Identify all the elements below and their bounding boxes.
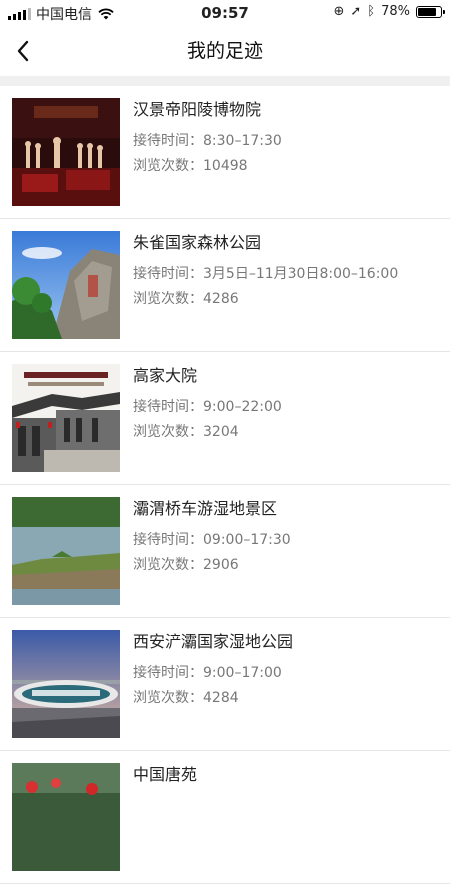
location-arrow-icon: ➚ bbox=[350, 4, 362, 19]
status-right: ⊕ ➚ ᛒ 78% bbox=[327, 4, 445, 19]
reception-time: 接待时间：8:30–17:30 bbox=[133, 133, 282, 149]
reception-time: 接待时间：09:00–17:30 bbox=[133, 532, 291, 548]
status-bar: 中国电信 09:57 ⊕ ➚ ᛒ 78% bbox=[0, 0, 450, 26]
reception-time: 接待时间：9:00–17:00 bbox=[133, 665, 282, 681]
item-title: 汉景帝阳陵博物院 bbox=[133, 100, 262, 119]
item-title: 西安浐灞国家湿地公园 bbox=[133, 632, 294, 651]
battery-percent: 78% bbox=[381, 4, 410, 19]
reception-time: 接待时间：9:00–22:00 bbox=[133, 399, 282, 415]
view-count: 浏览次数：10498 bbox=[133, 158, 248, 174]
forest-rock-photo bbox=[12, 231, 120, 339]
lock-rotation-icon: ⊕ bbox=[333, 4, 345, 19]
museum-photo bbox=[12, 98, 120, 206]
list-item[interactable]: 汉景帝阳陵博物院 接待时间：8:30–17:30 浏览次数：10498 bbox=[0, 86, 450, 219]
page-title: 我的足迹 bbox=[186, 40, 263, 62]
view-count: 浏览次数：4284 bbox=[133, 690, 239, 706]
item-title: 朱雀国家森林公园 bbox=[133, 233, 262, 252]
battery-icon bbox=[416, 5, 445, 18]
footprint-list: 汉景帝阳陵博物院 接待时间：8:30–17:30 浏览次数：10498 朱雀国家… bbox=[0, 86, 450, 884]
section-divider bbox=[0, 76, 450, 86]
list-item[interactable]: 灞渭桥车游湿地景区 接待时间：09:00–17:30 浏览次数：2906 bbox=[0, 485, 450, 618]
courtyard-photo bbox=[12, 364, 120, 472]
reception-time: 接待时间：3月5日–11月30日8:00–16:00 bbox=[133, 266, 399, 282]
view-count: 浏览次数：3204 bbox=[133, 424, 239, 440]
bluetooth-icon: ᛒ bbox=[367, 4, 376, 19]
list-item[interactable]: 西安浐灞国家湿地公园 接待时间：9:00–17:00 浏览次数：4284 bbox=[0, 618, 450, 751]
garden-photo bbox=[12, 763, 120, 871]
list-item[interactable]: 高家大院 接待时间：9:00–22:00 浏览次数：3204 bbox=[0, 352, 450, 485]
item-title: 灞渭桥车游湿地景区 bbox=[133, 499, 278, 518]
wetland-photo bbox=[12, 497, 120, 605]
list-item[interactable]: 中国唐苑 bbox=[0, 751, 450, 884]
list-item[interactable]: 朱雀国家森林公园 接待时间：3月5日–11月30日8:00–16:00 浏览次数… bbox=[0, 219, 450, 352]
item-title: 高家大院 bbox=[133, 366, 198, 385]
view-count: 浏览次数：4286 bbox=[133, 291, 239, 307]
park-sign-photo bbox=[12, 630, 120, 738]
item-title: 中国唐苑 bbox=[133, 765, 198, 784]
nav-bar: 我的足迹 bbox=[0, 26, 450, 76]
view-count: 浏览次数：2906 bbox=[133, 557, 239, 573]
